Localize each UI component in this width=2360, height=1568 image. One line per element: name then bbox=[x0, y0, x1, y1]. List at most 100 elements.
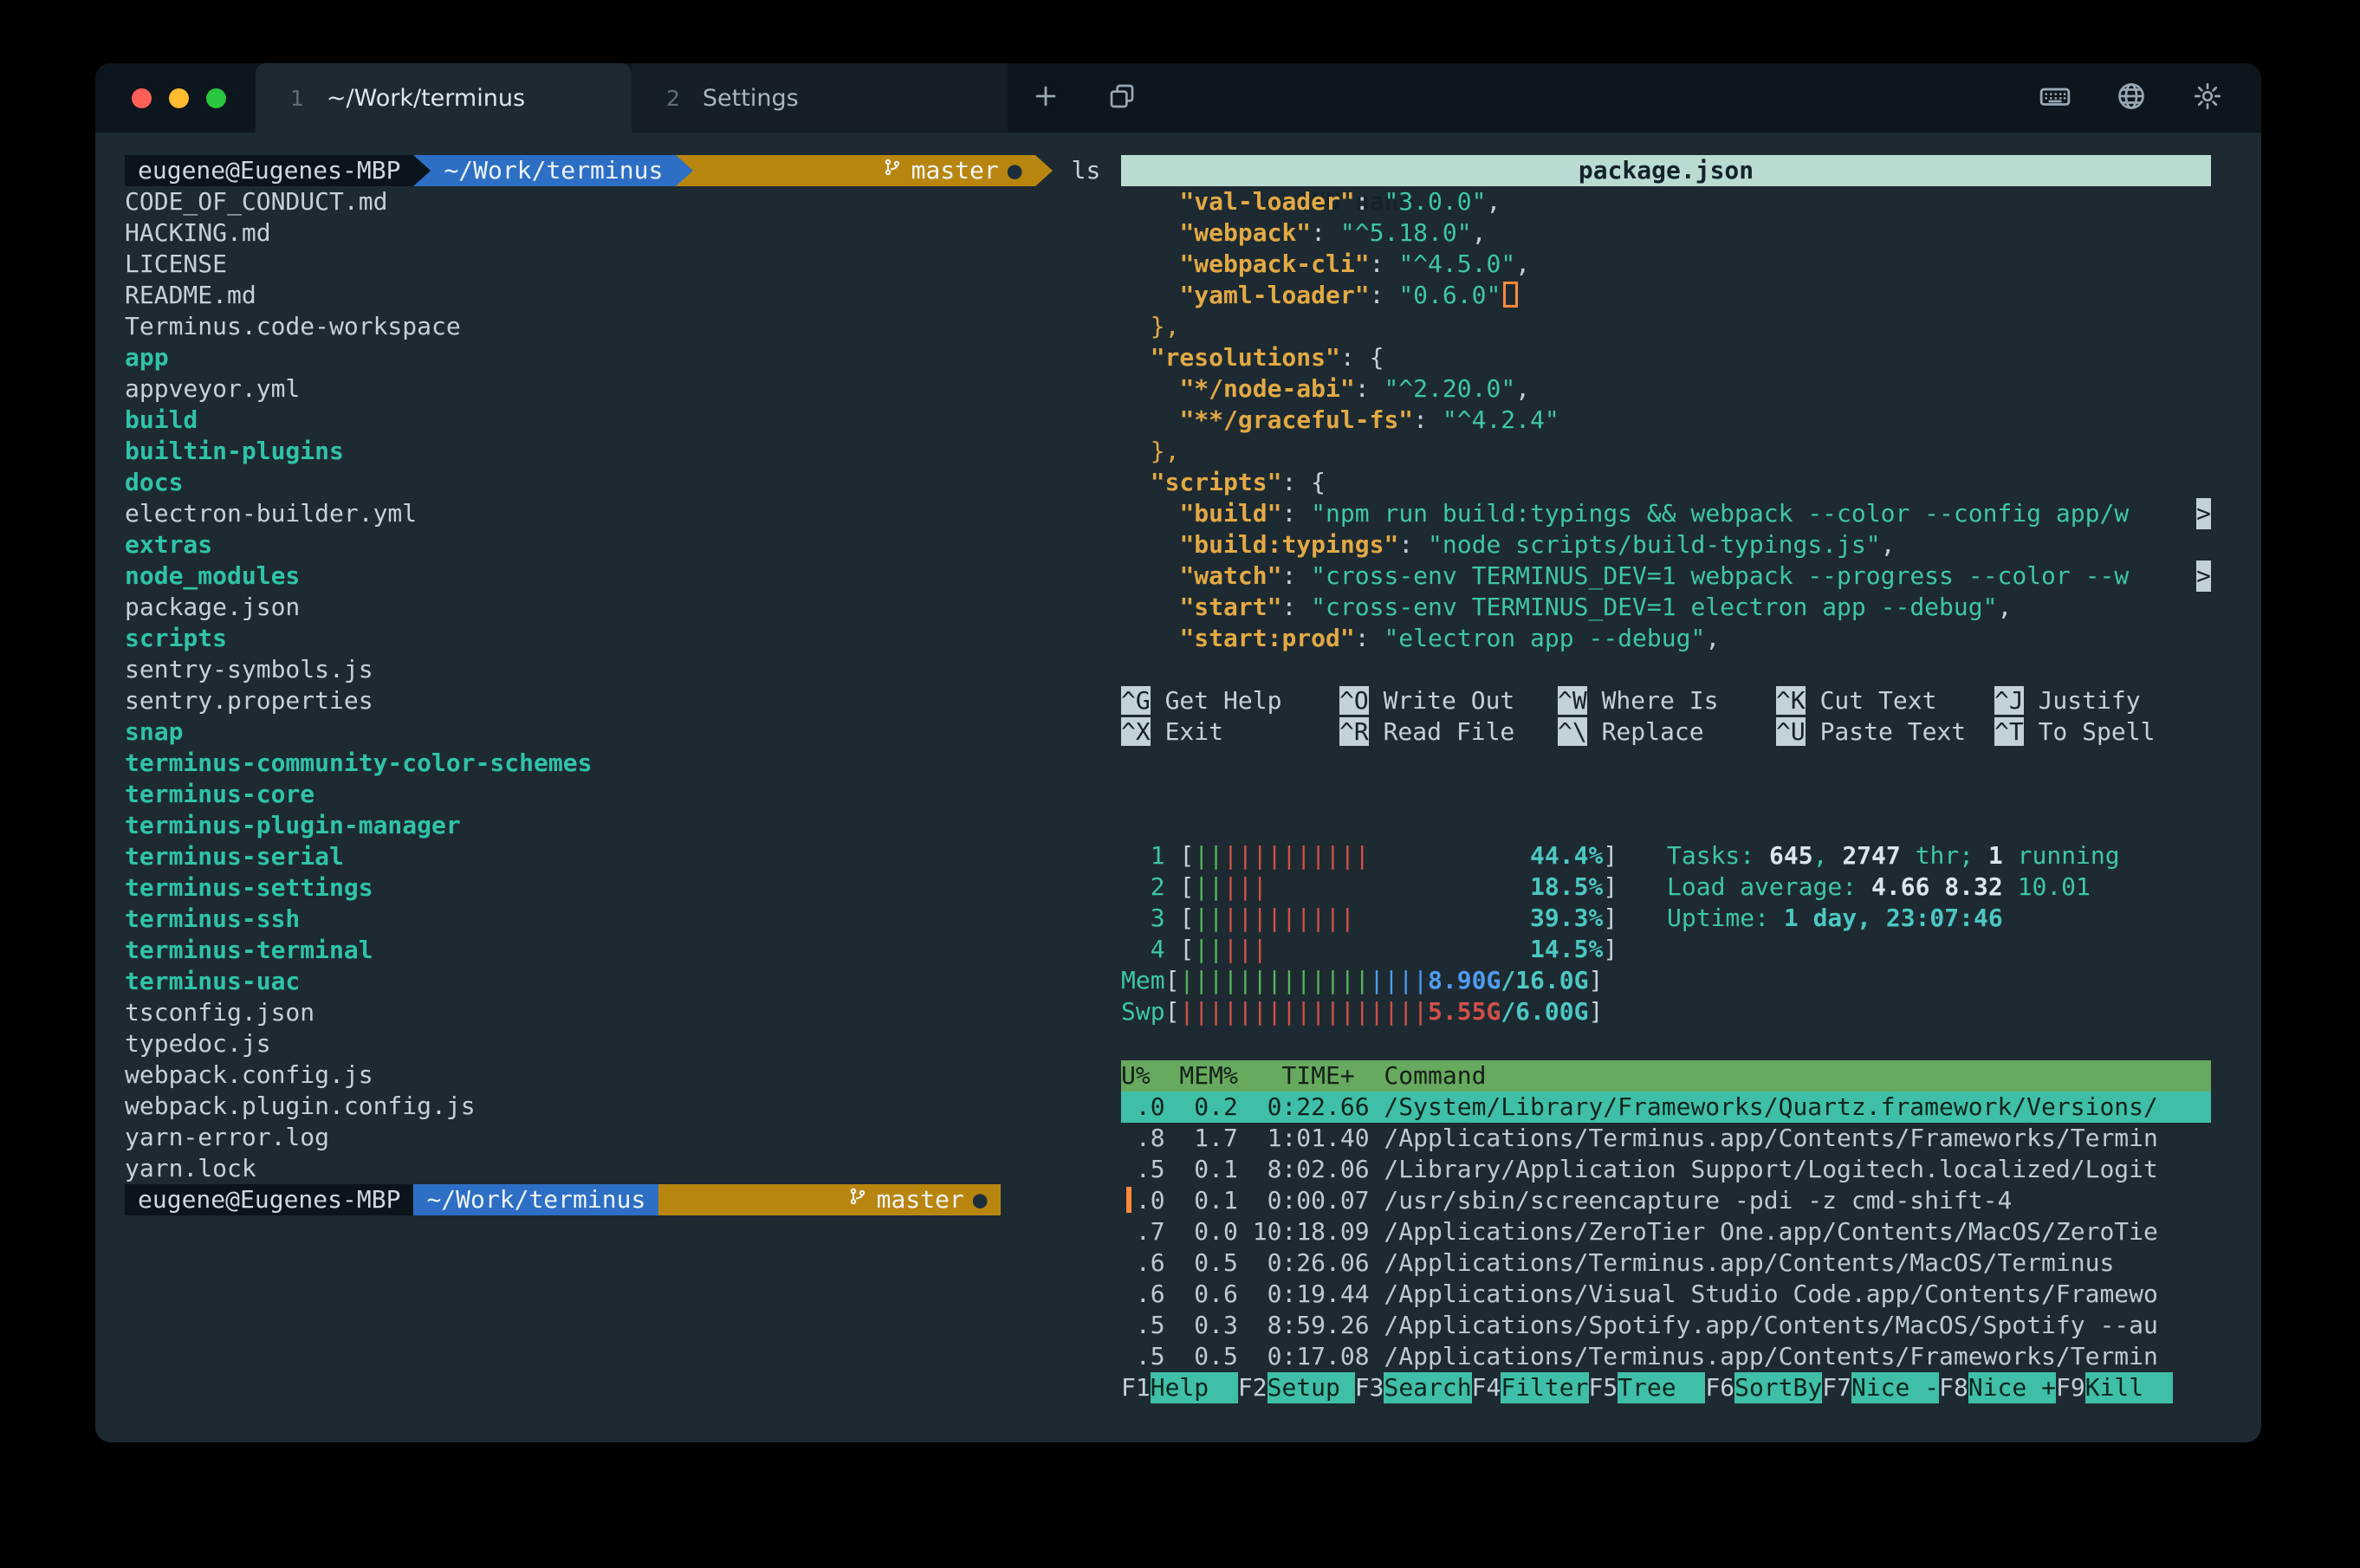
file-entry: node_modules bbox=[125, 560, 1121, 592]
terminal-line: Swp[|||||||||||||||||5.55G/6.00G] bbox=[1121, 996, 1667, 1027]
tab-settings[interactable]: 2 Settings bbox=[632, 63, 1008, 133]
file-entry: scripts bbox=[125, 623, 1121, 654]
process-table-header: U% MEM% TIME+ Command bbox=[1121, 1060, 2211, 1092]
nano-filename: package.json bbox=[1579, 155, 1754, 186]
terminal-line: "start": "cross-env TERMINUS_DEV=1 elect… bbox=[1121, 592, 2211, 623]
file-entry: Terminus.code-workspace bbox=[125, 311, 1121, 342]
new-tab-button[interactable] bbox=[1008, 63, 1084, 133]
powerline-separator-icon bbox=[413, 155, 431, 186]
tab-terminal[interactable]: 1 ~/Work/terminus bbox=[256, 63, 632, 133]
terminal-line: "resolutions": { bbox=[1121, 342, 2211, 373]
system-stats: Tasks: 645, 2747 thr; 1 runningLoad aver… bbox=[1667, 840, 2211, 1027]
tab-bar: 1 ~/Work/terminus 2 Settings bbox=[95, 63, 2261, 133]
function-key-bar: F1Help F2Setup F3SearchF4FilterF5Tree F6… bbox=[1121, 1372, 2211, 1403]
process-row-selected: .0 0.2 0:22.66 /System/Library/Framework… bbox=[1121, 1092, 2211, 1123]
fkey-f1: F1Help bbox=[1121, 1372, 1238, 1403]
nano-buffer: "val-loader": "3.0.0", "webpack": "^5.18… bbox=[1121, 186, 2211, 654]
dirty-indicator-icon: ● bbox=[973, 1184, 988, 1215]
process-row: .5 0.3 8:59.26 /Applications/Spotify.app… bbox=[1121, 1310, 2211, 1341]
terminal-line: "build:typings": "node scripts/build-typ… bbox=[1121, 529, 2211, 560]
cpu-memory-meters: 1 [|||||||||||| 44.4%] 2 [||||| 18.5%] 3… bbox=[1121, 840, 1667, 1027]
file-entry: builtin-plugins bbox=[125, 436, 1121, 467]
nano-shortcut: ^G Get Help bbox=[1121, 685, 1339, 716]
terminal-line: "*/node-abi": "^2.20.0", bbox=[1121, 373, 2211, 405]
file-entry: snap bbox=[125, 716, 1121, 748]
gear-icon bbox=[2192, 81, 2223, 115]
file-entry: terminus-core bbox=[125, 779, 1121, 810]
terminal-content: eugene@Eugenes-MBP ~/Work/terminus maste… bbox=[95, 133, 2261, 1442]
terminal-line: "build": "npm run build:typings && webpa… bbox=[1121, 498, 2211, 529]
tabbar-spacer bbox=[1160, 63, 2017, 133]
terminal-line: 3 [||||||||||| 39.3%] bbox=[1121, 903, 1667, 934]
nano-shortcut: ^O Write Out bbox=[1339, 685, 1558, 716]
file-entry: package.json bbox=[125, 592, 1121, 623]
terminal-line: "**/graceful-fs": "^4.2.4" bbox=[1121, 405, 2211, 436]
tab-label: Settings bbox=[703, 85, 799, 112]
nano-pane[interactable]: GNU nano 4.5 package.json "val-loader": … bbox=[1121, 155, 2211, 748]
process-row: .5 0.1 8:02.06 /Library/Application Supp… bbox=[1121, 1154, 2211, 1185]
plus-icon bbox=[1031, 81, 1060, 114]
process-table: U% MEM% TIME+ Command .0 0.2 0:22.66 /Sy… bbox=[1121, 1060, 2211, 1403]
nano-shortcut: ^J Justify bbox=[1994, 685, 2213, 716]
fkey-f3: F3Search bbox=[1355, 1372, 1472, 1403]
language-button[interactable] bbox=[2093, 63, 2169, 133]
terminal-line: "val-loader": "3.0.0", bbox=[1121, 186, 2211, 217]
file-entry: sentry.properties bbox=[125, 685, 1121, 716]
new-window-button[interactable] bbox=[1084, 63, 1160, 133]
powerline-separator-icon bbox=[676, 155, 693, 186]
terminal-line: "webpack-cli": "^4.5.0", bbox=[1121, 249, 2211, 280]
file-entry: terminus-community-color-schemes bbox=[125, 748, 1121, 779]
nano-shortcuts-row2: ^X Exit^R Read File^\ Replace^U Paste Te… bbox=[1121, 716, 2211, 748]
terminal-line: }, bbox=[1121, 436, 2211, 467]
fkey-f6: F6SortBy bbox=[1705, 1372, 1822, 1403]
globe-icon bbox=[2116, 81, 2147, 115]
file-entry: electron-builder.yml bbox=[125, 498, 1121, 529]
keyboard-shortcuts-button[interactable] bbox=[2017, 63, 2093, 133]
traffic-lights bbox=[95, 63, 256, 133]
process-row: .7 0.0 10:18.09 /Applications/ZeroTier O… bbox=[1121, 1216, 2211, 1247]
nano-shortcuts-row1: ^G Get Help^O Write Out^W Where Is^K Cut… bbox=[1121, 685, 2211, 716]
powerline-separator-icon bbox=[1035, 155, 1053, 186]
process-row: .5 0.5 0:17.08 /Applications/Terminus.ap… bbox=[1121, 1341, 2211, 1372]
nano-shortcut: ^R Read File bbox=[1339, 716, 1558, 748]
file-entry: terminus-serial bbox=[125, 841, 1121, 872]
duplicate-window-icon bbox=[1108, 82, 1136, 113]
htop-pane[interactable]: 1 [|||||||||||| 44.4%] 2 [||||| 18.5%] 3… bbox=[1121, 840, 2211, 1027]
tab-index: 2 bbox=[666, 86, 680, 111]
terminal-line: 4 [||||| 14.5%] bbox=[1121, 934, 1667, 965]
file-entry: webpack.plugin.config.js bbox=[125, 1091, 1121, 1122]
file-entry: terminus-plugin-manager bbox=[125, 810, 1121, 841]
settings-button[interactable] bbox=[2169, 63, 2246, 133]
nano-shortcut: ^X Exit bbox=[1121, 716, 1339, 748]
file-entry: README.md bbox=[125, 280, 1121, 311]
prompt-user: eugene@Eugenes-MBP bbox=[125, 1184, 413, 1215]
minimize-button[interactable] bbox=[169, 88, 189, 108]
terminal-line: "webpack": "^5.18.0", bbox=[1121, 217, 2211, 249]
process-row: .0 0.1 0:00.07 /usr/sbin/screencapture -… bbox=[1121, 1185, 2211, 1216]
nano-shortcut: ^W Where Is bbox=[1558, 685, 1776, 716]
file-listing: CODE_OF_CONDUCT.mdHACKING.mdLICENSEREADM… bbox=[125, 186, 1121, 1184]
fkey-f5: F5Tree bbox=[1589, 1372, 1706, 1403]
terminal-line: Load average: 4.66 8.32 10.01 bbox=[1667, 871, 2211, 903]
file-entry: terminus-uac bbox=[125, 966, 1121, 997]
branch-name: master bbox=[911, 155, 999, 186]
typed-command: ls bbox=[1072, 155, 1101, 186]
file-entry: terminus-settings bbox=[125, 872, 1121, 904]
app-window: 1 ~/Work/terminus 2 Settings bbox=[95, 63, 2261, 1442]
close-button[interactable] bbox=[132, 88, 152, 108]
shell-pane[interactable]: eugene@Eugenes-MBP ~/Work/terminus maste… bbox=[95, 133, 1121, 1215]
file-entry: yarn-error.log bbox=[125, 1122, 1121, 1153]
keyboard-icon bbox=[2039, 80, 2071, 116]
prompt-git-segment: master● bbox=[693, 155, 1034, 186]
tab-index: 1 bbox=[290, 86, 304, 111]
prompt-git-segment: master● bbox=[658, 1184, 1000, 1215]
process-row: .8 1.7 1:01.40 /Applications/Terminus.ap… bbox=[1121, 1123, 2211, 1154]
zoom-button[interactable] bbox=[206, 88, 226, 108]
right-pane[interactable]: GNU nano 4.5 package.json "val-loader": … bbox=[1121, 133, 2211, 1403]
fkey-f2: F2Setup bbox=[1238, 1372, 1355, 1403]
process-row: .6 0.6 0:19.44 /Applications/Visual Stud… bbox=[1121, 1279, 2211, 1310]
terminal-line: }, bbox=[1121, 311, 2211, 342]
file-entry: yarn.lock bbox=[125, 1153, 1121, 1184]
file-entry: webpack.config.js bbox=[125, 1059, 1121, 1091]
nano-shortcut: ^K Cut Text bbox=[1776, 685, 1994, 716]
